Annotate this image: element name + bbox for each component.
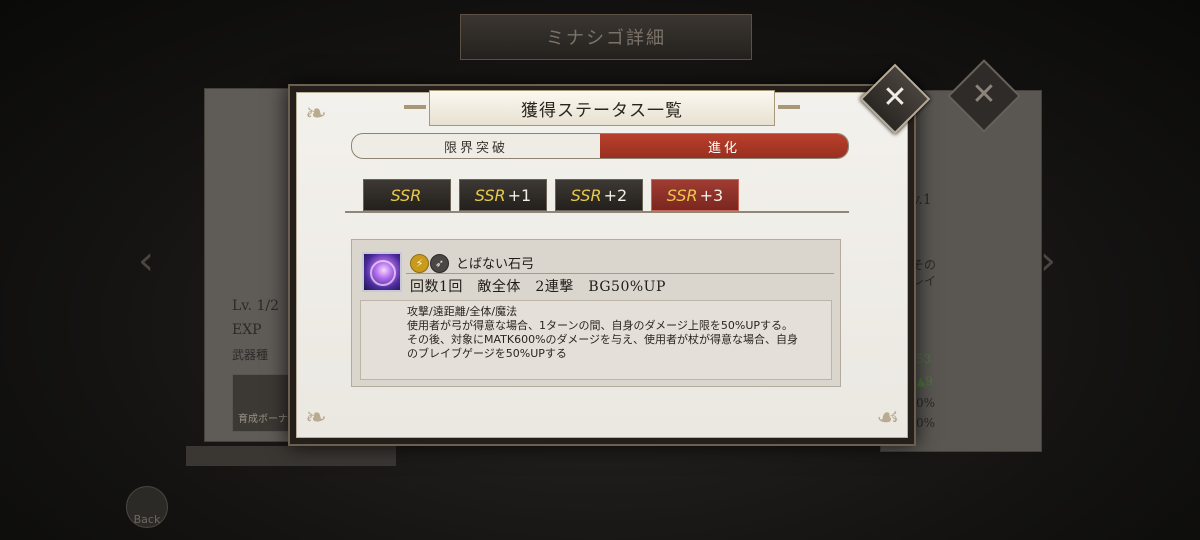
segment-control: 限界突破 進化	[351, 133, 849, 159]
description-line: のブレイブゲージを50%UPする	[407, 347, 567, 360]
skill-name: とばない石弓	[456, 257, 535, 272]
weapon-type-label: 武器種	[232, 348, 269, 362]
status-list-modal: ❧ ☙ ❧ ☙ 獲得ステータス一覧 限界突破 進化 SSR SSR+1 SSR+…	[288, 84, 916, 446]
skill-summary: 回数1回 敵全体 2連撃 BG50%UP	[410, 279, 666, 295]
tab-ssr-plus-1[interactable]: SSR +1	[459, 179, 547, 211]
tab-divider	[345, 211, 849, 213]
tab-limit-break[interactable]: 限界突破	[352, 134, 600, 158]
level-value: 1/2	[256, 298, 279, 314]
tab-ssr-plus-3[interactable]: SSR +3	[651, 179, 739, 211]
modal-body: ❧ ☙ ❧ ☙ 獲得ステータス一覧 限界突破 進化 SSR SSR+1 SSR+…	[296, 90, 908, 438]
skill-description: 攻撃/遠距離/全体/魔法 使用者が弓が得意な場合、1ターンの間、自身のダメージ上…	[360, 300, 832, 380]
lightning-icon: ⚡	[410, 254, 429, 273]
close-icon: ✕	[882, 80, 908, 115]
close-icon: ✕	[971, 77, 997, 112]
tab-ssr-plus-2[interactable]: SSR +2	[555, 179, 643, 211]
screen-title: ミナシゴ詳細	[460, 14, 752, 60]
status-bar	[186, 446, 396, 466]
divider	[406, 273, 834, 274]
skill-icon	[362, 252, 402, 292]
stat-2: ▲9	[916, 374, 933, 388]
tab-ssr[interactable]: SSR	[363, 179, 451, 211]
description-line: その後、対象にMATK600%のダメージを与え、使用者が杖が得意な場合、自身	[407, 333, 798, 346]
description-line: 使用者が弓が得意な場合、1ターンの間、自身のダメージ上限を50%UPする。	[407, 319, 794, 332]
rarity-tabs: SSR SSR +1 SSR +2 SSR +3	[363, 179, 739, 211]
tab-evolution[interactable]: 進化	[600, 134, 848, 158]
skill-card: ⚡ ➶ とばない石弓 回数1回 敵全体 2連撃 BG50%UP 攻撃/遠距離/全…	[351, 239, 841, 387]
back-button[interactable]: Back	[126, 486, 168, 528]
stat-1: 53	[916, 352, 932, 366]
stat-4: 0%	[916, 416, 936, 430]
level-label: Lv.	[232, 298, 252, 314]
next-arrow-icon[interactable]: ›	[1040, 238, 1064, 284]
modal-title: 獲得ステータス一覧	[404, 90, 800, 126]
exp-label: EXP	[232, 322, 262, 338]
bow-icon: ➶	[430, 254, 449, 273]
description-line: 攻撃/遠距離/全体/魔法	[407, 305, 518, 318]
ornament-icon: ❧	[305, 403, 327, 433]
right-value: 0	[950, 140, 959, 156]
stat-3: 0%	[916, 396, 936, 410]
ornament-icon: ❧	[305, 99, 327, 129]
ornament-icon: ☙	[876, 403, 900, 433]
prev-arrow-icon[interactable]: ‹	[138, 238, 162, 284]
